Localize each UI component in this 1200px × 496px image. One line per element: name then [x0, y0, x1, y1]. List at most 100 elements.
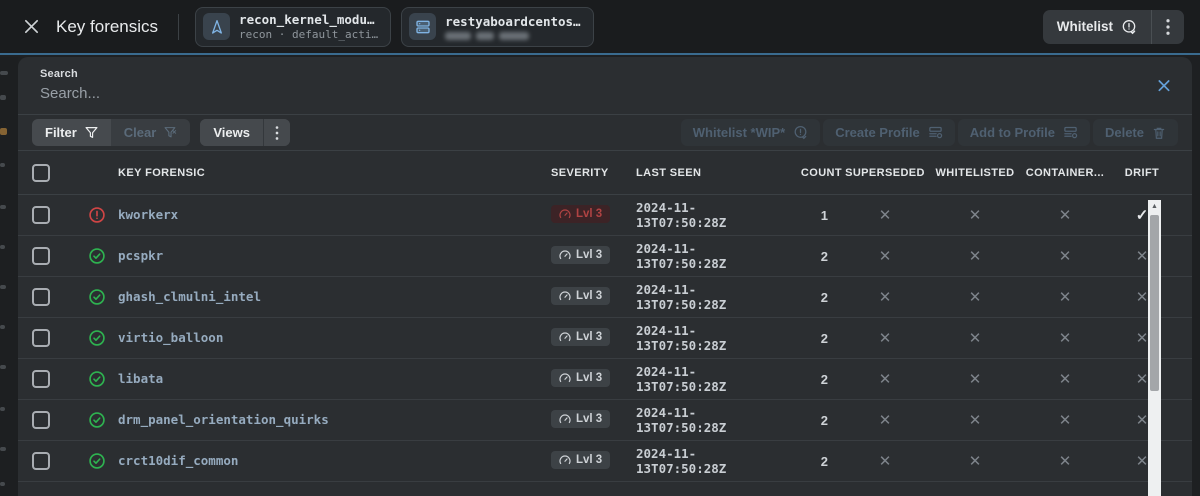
last-seen: 2024-11-13T07:50:28Z	[636, 364, 727, 394]
table-row: libata Lvl 3 2024-11-13T07:50:28Z 2 ✕ ✕ …	[18, 359, 1192, 400]
bulk-actions: Whitelist *WIP* Create Profile Add to Pr…	[680, 119, 1178, 146]
severity-label: Lvl 3	[576, 372, 603, 384]
table-row: drm_panel_orientation_quirks Lvl 3 2024-…	[18, 400, 1192, 441]
row-checkbox[interactable]	[32, 452, 50, 470]
cell-superseded: ✕	[878, 412, 892, 429]
row-checkbox[interactable]	[32, 411, 50, 429]
close-button[interactable]	[16, 12, 46, 42]
scrollbar-thumb[interactable]	[1150, 215, 1159, 391]
row-name-link[interactable]: kworkerx	[118, 207, 178, 222]
count: 2	[820, 371, 828, 387]
search-input[interactable]	[40, 85, 1057, 102]
vertical-scrollbar[interactable]: ▲	[1148, 200, 1161, 496]
cell-whitelisted: ✕	[968, 412, 982, 429]
delete-label: Delete	[1104, 125, 1144, 140]
chip-subtitle-redacted	[445, 31, 580, 40]
column-header-severity[interactable]: SEVERITY	[551, 167, 636, 179]
status-alert-icon	[89, 207, 105, 223]
chip-title: restyaboardcentos…	[445, 13, 581, 29]
cell-whitelisted: ✕	[968, 371, 982, 388]
last-seen: 2024-11-13T07:50:28Z	[636, 446, 727, 476]
cell-whitelisted: ✕	[968, 289, 982, 306]
create-profile-label: Create Profile	[835, 125, 920, 140]
column-header-count[interactable]: COUNT	[778, 167, 842, 179]
cell-superseded: ✕	[878, 453, 892, 470]
row-status	[88, 452, 106, 470]
cell-drift: ✕	[1135, 412, 1149, 429]
severity-label: Lvl 3	[576, 249, 603, 261]
background-page-strip	[0, 57, 18, 496]
clear-search-button[interactable]	[1156, 77, 1172, 96]
row-name-link[interactable]: virtio_balloon	[118, 330, 223, 345]
column-header-last-seen[interactable]: LAST SEEN	[636, 167, 778, 179]
background-page-fragment	[0, 95, 6, 100]
cell-drift: ✓	[1135, 207, 1149, 224]
filter-button[interactable]: Filter	[32, 119, 111, 146]
cell-superseded: ✕	[878, 330, 892, 347]
severity-label: Lvl 3	[576, 290, 603, 302]
header-kebab-menu-button[interactable]	[1152, 10, 1184, 44]
select-all-checkbox[interactable]	[32, 163, 50, 182]
whitelist-button[interactable]: Whitelist	[1043, 10, 1151, 44]
delete-button[interactable]: Delete	[1092, 119, 1178, 146]
row-checkbox[interactable]	[32, 370, 50, 388]
gauge-icon	[559, 373, 571, 383]
cell-drift: ✕	[1135, 371, 1149, 388]
last-seen: 2024-11-13T07:50:28Z	[636, 200, 727, 230]
last-seen: 2024-11-13T07:50:28Z	[636, 241, 727, 271]
cell-superseded: ✕	[878, 248, 892, 265]
top-header: Key forensics recon_kernel_modu… recon ·…	[0, 0, 1200, 55]
row-name-link[interactable]: drm_panel_orientation_quirks	[118, 412, 329, 427]
search-section: Search	[18, 57, 1192, 115]
create-profile-button[interactable]: Create Profile	[823, 119, 955, 146]
profile-icon	[929, 126, 942, 139]
severity-badge: Lvl 3	[551, 287, 611, 305]
add-to-profile-button[interactable]: Add to Profile	[957, 119, 1090, 146]
row-checkbox[interactable]	[32, 288, 50, 306]
row-name-link[interactable]: libata	[118, 371, 163, 386]
chip-recon-module[interactable]: recon_kernel_modu… recon · default_acti…	[195, 6, 392, 47]
cell-drift: ✕	[1135, 248, 1149, 265]
bulk-whitelist-button[interactable]: Whitelist *WIP*	[680, 119, 821, 146]
table-row: kworkerx Lvl 3 2024-11-13T07:50:28Z 1 ✕ …	[18, 195, 1192, 236]
column-header-whitelisted[interactable]: WHITELISTED	[928, 167, 1022, 179]
column-header-superseded[interactable]: SUPERSEDED	[842, 167, 928, 179]
chip-host[interactable]: restyaboardcentos…	[401, 6, 594, 47]
clear-search-icon	[1158, 79, 1170, 91]
count: 1	[820, 207, 828, 223]
column-header-container[interactable]: CONTAINER...	[1022, 167, 1108, 179]
gauge-icon	[559, 455, 571, 465]
key-forensics-panel: Search Filter Clear Views	[18, 57, 1192, 496]
row-name-link[interactable]: ghash_clmulni_intel	[118, 289, 261, 304]
row-checkbox[interactable]	[32, 247, 50, 265]
chip-subtitle: recon · default_acti…	[239, 28, 379, 41]
cell-whitelisted: ✕	[968, 453, 982, 470]
filter-button-group: Filter Clear	[32, 119, 191, 146]
cell-drift: ✕	[1135, 289, 1149, 306]
column-header-key-forensic[interactable]: KEY FORENSIC	[118, 167, 551, 179]
background-page-fragment	[0, 325, 5, 329]
background-page-fragment	[0, 205, 6, 209]
views-button[interactable]: Views	[200, 119, 263, 146]
clear-filter-button[interactable]: Clear	[110, 119, 191, 146]
background-page-fragment	[0, 482, 5, 486]
status-ok-icon	[89, 453, 105, 469]
row-name-link[interactable]: pcspkr	[118, 248, 163, 263]
row-name-link[interactable]: crct10dif_common	[118, 453, 238, 468]
row-checkbox[interactable]	[32, 206, 50, 224]
filter-x-icon	[164, 127, 177, 138]
severity-badge: Lvl 3	[551, 410, 611, 428]
scrollbar-up-arrow-icon[interactable]: ▲	[1148, 200, 1161, 213]
severity-badge: Lvl 3	[551, 451, 611, 469]
filter-button-label: Filter	[45, 125, 77, 140]
trash-icon	[1153, 127, 1165, 139]
views-kebab-menu-button[interactable]	[263, 119, 290, 146]
row-checkbox[interactable]	[32, 329, 50, 347]
severity-badge: Lvl 3	[551, 328, 611, 346]
background-page-fragment	[0, 407, 5, 411]
severity-label: Lvl 3	[576, 413, 603, 425]
views-button-label: Views	[213, 125, 250, 140]
column-header-drift[interactable]: DRIFT	[1108, 167, 1176, 179]
gauge-icon	[559, 414, 571, 424]
badge-alert-icon	[1122, 19, 1136, 34]
